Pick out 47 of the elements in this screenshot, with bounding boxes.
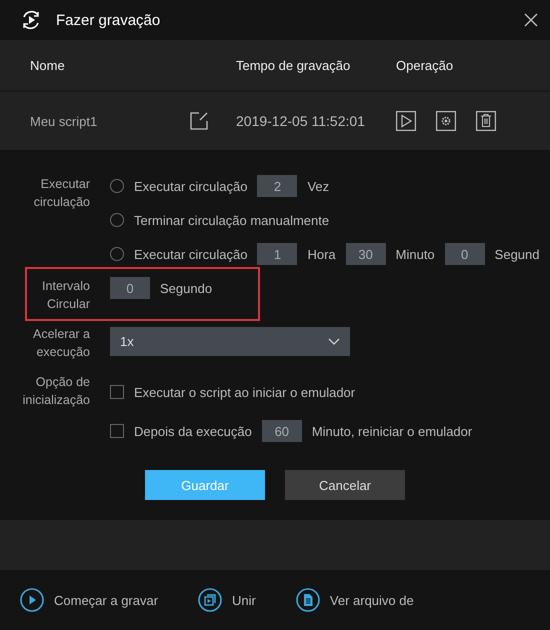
radio-button[interactable] [110, 247, 124, 261]
close-icon[interactable] [524, 13, 538, 27]
option-text: Executar circulação [134, 246, 248, 262]
option-text: Executar circulação [134, 178, 248, 194]
number-field[interactable]: 2 [257, 175, 298, 197]
setting-label: Opção de inicialização [22, 374, 90, 409]
footer-link[interactable]: Começar a gravar [54, 592, 158, 608]
number-field[interactable]: 1 [257, 243, 298, 265]
option-text: Minuto, reiniciar o emulador [312, 424, 472, 438]
option-text: Segund [494, 246, 540, 262]
checkbox[interactable] [110, 424, 124, 438]
edit-icon[interactable] [190, 112, 208, 130]
checkbox[interactable] [110, 385, 124, 399]
setting-label: Intervalo Circular [41, 278, 90, 313]
script-name: Meu script1 [30, 114, 98, 128]
option-text: Terminar circulação manualmente [134, 212, 330, 228]
column-header: Operação [396, 58, 454, 72]
setting-label: Executar circulação [32, 176, 90, 211]
option-text: Depois da execução [134, 424, 252, 438]
option-text: Minuto [396, 246, 435, 262]
column-header: Tempo de gravação [236, 58, 352, 72]
option-text: Hora [307, 246, 336, 262]
footer-link[interactable]: Unir [232, 592, 256, 608]
document-icon[interactable] [296, 588, 320, 612]
save-button[interactable]: Guardar [145, 470, 265, 500]
setting-label: Acelerar a execução [32, 326, 90, 361]
number-field[interactable]: 0 [444, 243, 485, 265]
option-text: Vez [307, 178, 330, 194]
column-header: Nome [30, 58, 66, 72]
radio-button[interactable] [110, 213, 124, 227]
number-field[interactable]: 30 [346, 243, 386, 265]
radio-button[interactable] [110, 179, 124, 193]
option-text: Executar o script ao iniciar o emulador [134, 384, 356, 400]
number-field[interactable]: 0 [110, 277, 150, 299]
play-circle-icon[interactable] [20, 588, 44, 612]
chevron-down-icon [328, 338, 340, 346]
settings-icon[interactable] [436, 111, 456, 131]
speed-dropdown[interactable]: 1x [110, 327, 350, 356]
recording-time: 2019-12-05 11:52:01 [236, 113, 366, 129]
merge-icon[interactable] [198, 588, 222, 612]
play-icon[interactable] [396, 111, 416, 131]
number-field[interactable]: 60 [262, 420, 302, 442]
option-text: Segundo [160, 280, 212, 296]
trash-icon[interactable] [476, 111, 496, 131]
footer-link[interactable]: Ver arquivo de [330, 592, 414, 608]
window-title: Fazer gravação [56, 12, 162, 28]
cancel-button[interactable]: Cancelar [285, 470, 405, 500]
